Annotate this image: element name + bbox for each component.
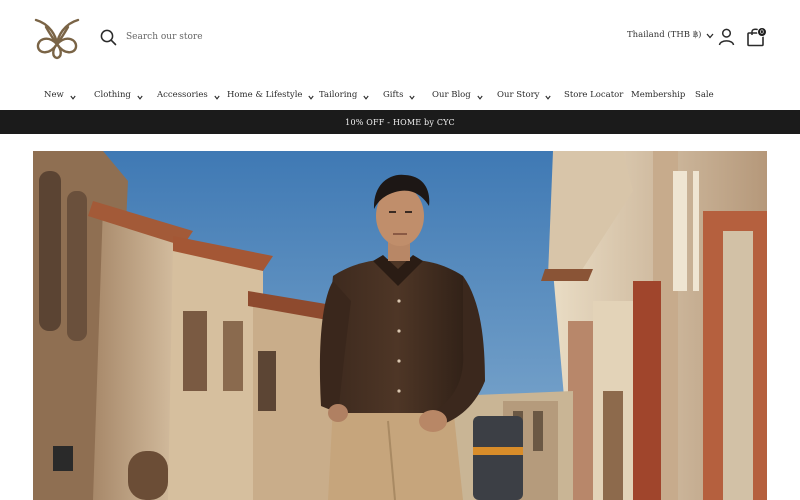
nav-item-label: Accessories [157,90,208,100]
nav-item-tailoring[interactable]: Tailoring [319,86,369,104]
hero-banner-image[interactable] [33,151,767,500]
region-label: Thailand (THB ฿) [627,30,702,40]
nav-item-label: Membership [631,90,686,100]
main-navigation: New Clothing Accessories Home & Lifestyl… [0,86,800,106]
nav-item-our-story[interactable]: Our Story [497,86,552,104]
nav-item-label: New [44,90,64,100]
announcement-bar[interactable]: 10% OFF - HOME by CYC [0,110,800,134]
nav-item-label: Home & Lifestyle [227,90,303,100]
search-icon[interactable] [100,29,117,46]
chevron-down-icon [308,93,315,100]
nav-item-clothing[interactable]: Clothing [94,86,143,104]
nav-item-new[interactable]: New [44,86,76,104]
chevron-down-icon [409,93,416,100]
nav-item-label: Tailoring [319,90,358,100]
chevron-down-icon [706,32,714,39]
nav-item-gifts[interactable]: Gifts [383,86,416,104]
monogram-logo-icon[interactable] [32,14,82,60]
nav-item-label: Clothing [94,90,131,100]
search-bar[interactable] [100,27,286,47]
user-icon[interactable] [718,28,735,46]
nav-item-label: Sale [695,90,714,100]
nav-item-our-blog[interactable]: Our Blog [432,86,483,104]
chevron-down-icon [137,93,143,100]
chevron-down-icon [363,93,369,100]
nav-item-accessories[interactable]: Accessories [157,86,220,104]
nav-item-label: Our Story [497,90,540,100]
nav-item-home-lifestyle[interactable]: Home & Lifestyle [227,86,315,104]
chevron-down-icon [545,93,552,100]
region-currency-selector[interactable]: Thailand (THB ฿) [627,30,714,40]
chevron-down-icon [214,93,220,100]
nav-item-store-locator[interactable]: Store Locator [564,86,623,104]
chevron-down-icon [477,93,483,100]
nav-item-sale[interactable]: Sale [695,86,714,104]
nav-item-membership[interactable]: Membership [631,86,685,104]
chevron-down-icon [70,93,76,100]
announcement-text: 10% OFF - HOME by CYC [345,117,455,127]
nav-item-label: Store Locator [564,90,624,100]
search-input[interactable] [126,32,286,42]
nav-item-label: Our Blog [432,90,471,100]
site-header: Thailand (THB ฿) 0 [0,0,800,76]
nav-item-label: Gifts [383,90,404,100]
cart-count-badge: 0 [757,27,767,37]
